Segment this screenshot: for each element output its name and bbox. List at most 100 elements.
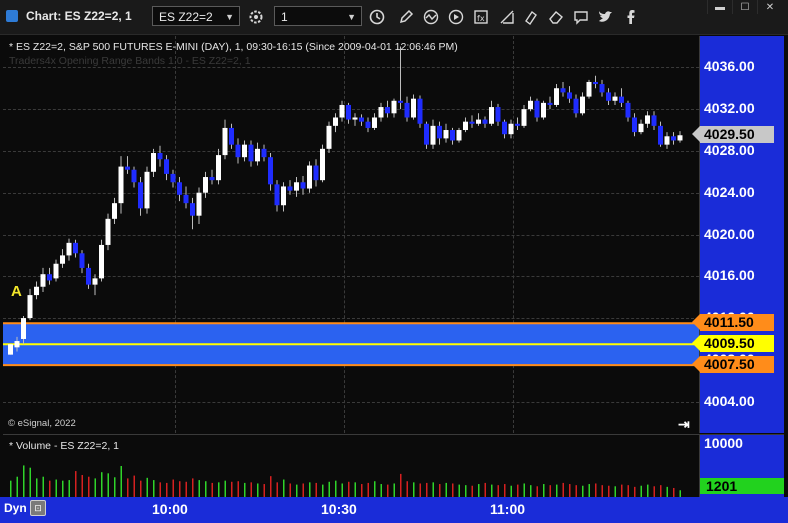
window-title: Chart: ES Z22=2, 1 xyxy=(26,9,132,23)
volume-bar xyxy=(497,485,499,497)
volume-bar xyxy=(393,483,395,497)
candle-body xyxy=(495,107,501,122)
time-axis[interactable]: Dyn ⊡ 10:00 10:30 11:00 xyxy=(0,497,788,523)
volume-bar xyxy=(471,485,473,497)
price-axis-label: 4020.00 xyxy=(704,225,755,242)
price-axis[interactable]: 4036.00 4032.00 4028.00 4024.00 4020.00 4016.… xyxy=(692,36,784,433)
candle-body xyxy=(261,148,267,158)
facebook-icon[interactable] xyxy=(620,6,642,28)
candle xyxy=(105,213,111,251)
volume-bar xyxy=(49,480,51,497)
volume-axis[interactable]: 10000 1201 xyxy=(700,434,784,497)
price-chart-pane[interactable]: * ES Z22=2, S&P 500 FUTURES E-MINI (DAY)… xyxy=(3,36,700,433)
volume-bar xyxy=(133,475,135,497)
study-icon[interactable]: fx xyxy=(470,6,492,28)
candle-body xyxy=(183,194,189,204)
volume-bar xyxy=(10,480,12,497)
wave-icon[interactable] xyxy=(420,6,442,28)
clock-icon[interactable] xyxy=(366,6,388,28)
eraser-icon[interactable] xyxy=(545,6,567,28)
candle-body xyxy=(521,109,527,126)
candle-body xyxy=(541,102,546,118)
candle xyxy=(508,119,514,139)
volume-bar xyxy=(42,476,44,497)
interval-select[interactable]: 1 ▼ xyxy=(274,6,362,26)
volume-axis-label: 10000 xyxy=(704,435,743,451)
volume-bar xyxy=(413,482,415,497)
candle-body xyxy=(333,117,338,126)
candle xyxy=(235,138,241,164)
candle xyxy=(664,132,670,149)
candle xyxy=(424,121,429,149)
maximize-icon[interactable]: ☐ xyxy=(732,0,757,14)
volume-bar xyxy=(562,482,564,497)
candle-body xyxy=(385,107,390,114)
chart-window: Chart: ES Z22=2, 1 ES Z22=2 ▼ 1 ▼ fx ▬ ☐… xyxy=(0,0,788,523)
candle-body xyxy=(274,184,280,206)
volume-bar xyxy=(452,483,454,497)
candle-body xyxy=(554,88,559,105)
gear-icon[interactable] xyxy=(245,6,267,28)
close-icon[interactable]: ✕ xyxy=(757,0,782,14)
candle-body xyxy=(430,125,436,145)
magnet-icon[interactable] xyxy=(520,6,542,28)
volume-bar xyxy=(289,483,291,497)
candle-body xyxy=(313,165,319,181)
candle xyxy=(229,123,234,149)
candle xyxy=(606,88,611,105)
comment-icon[interactable] xyxy=(570,6,592,28)
volume-bar xyxy=(211,482,213,497)
candle-body xyxy=(196,192,202,216)
candle xyxy=(638,119,644,135)
pencil-icon[interactable] xyxy=(395,6,417,28)
candle xyxy=(599,79,605,97)
candle xyxy=(170,169,176,188)
draw-tool-icon[interactable] xyxy=(496,6,518,28)
volume-bar xyxy=(627,485,629,497)
candle-body xyxy=(586,81,592,97)
candle xyxy=(27,288,33,321)
candle-body xyxy=(593,81,598,85)
candle-body xyxy=(203,177,208,193)
price-axis-label: 4016.00 xyxy=(704,267,755,284)
candle xyxy=(476,113,481,126)
candle-body xyxy=(235,144,241,158)
volume-bar xyxy=(543,484,545,497)
volume-bar xyxy=(484,482,486,497)
volume-bar xyxy=(673,487,675,497)
candle-body xyxy=(66,242,72,256)
candle xyxy=(502,119,507,139)
candle-body xyxy=(606,92,611,101)
window-controls: ▬ ☐ ✕ xyxy=(707,0,782,14)
twitter-icon[interactable] xyxy=(595,6,617,28)
candle-body xyxy=(14,341,20,348)
candle xyxy=(268,153,273,191)
candle-body xyxy=(502,121,507,135)
dyn-button[interactable]: Dyn xyxy=(4,501,27,515)
candle-body xyxy=(21,318,26,339)
candle-body xyxy=(229,127,234,145)
candle-body xyxy=(359,117,364,122)
scroll-to-end-icon[interactable]: ⇥ xyxy=(678,416,690,433)
volume-bar xyxy=(465,485,467,497)
candle-body xyxy=(476,119,481,124)
candle-body xyxy=(632,117,637,133)
candle xyxy=(92,274,98,296)
candle-body xyxy=(73,242,78,254)
candle-body xyxy=(528,100,533,110)
minimize-icon[interactable]: ▬ xyxy=(707,0,732,14)
candle xyxy=(216,148,221,185)
volume-pane[interactable]: * Volume - ES Z22=2, 1 xyxy=(3,434,700,497)
symbol-select[interactable]: ES Z22=2 ▼ xyxy=(152,6,240,26)
candle-body xyxy=(216,155,221,181)
volume-bar xyxy=(354,482,356,497)
lock-icon[interactable]: ⊡ xyxy=(30,500,46,516)
candle-body xyxy=(560,88,566,93)
volume-bar xyxy=(322,484,324,497)
volume-bar xyxy=(614,486,616,497)
volume-bar xyxy=(328,481,330,497)
candle xyxy=(378,102,384,122)
candle-body xyxy=(151,153,156,172)
play-icon[interactable] xyxy=(445,6,467,28)
volume-bar xyxy=(276,482,278,497)
